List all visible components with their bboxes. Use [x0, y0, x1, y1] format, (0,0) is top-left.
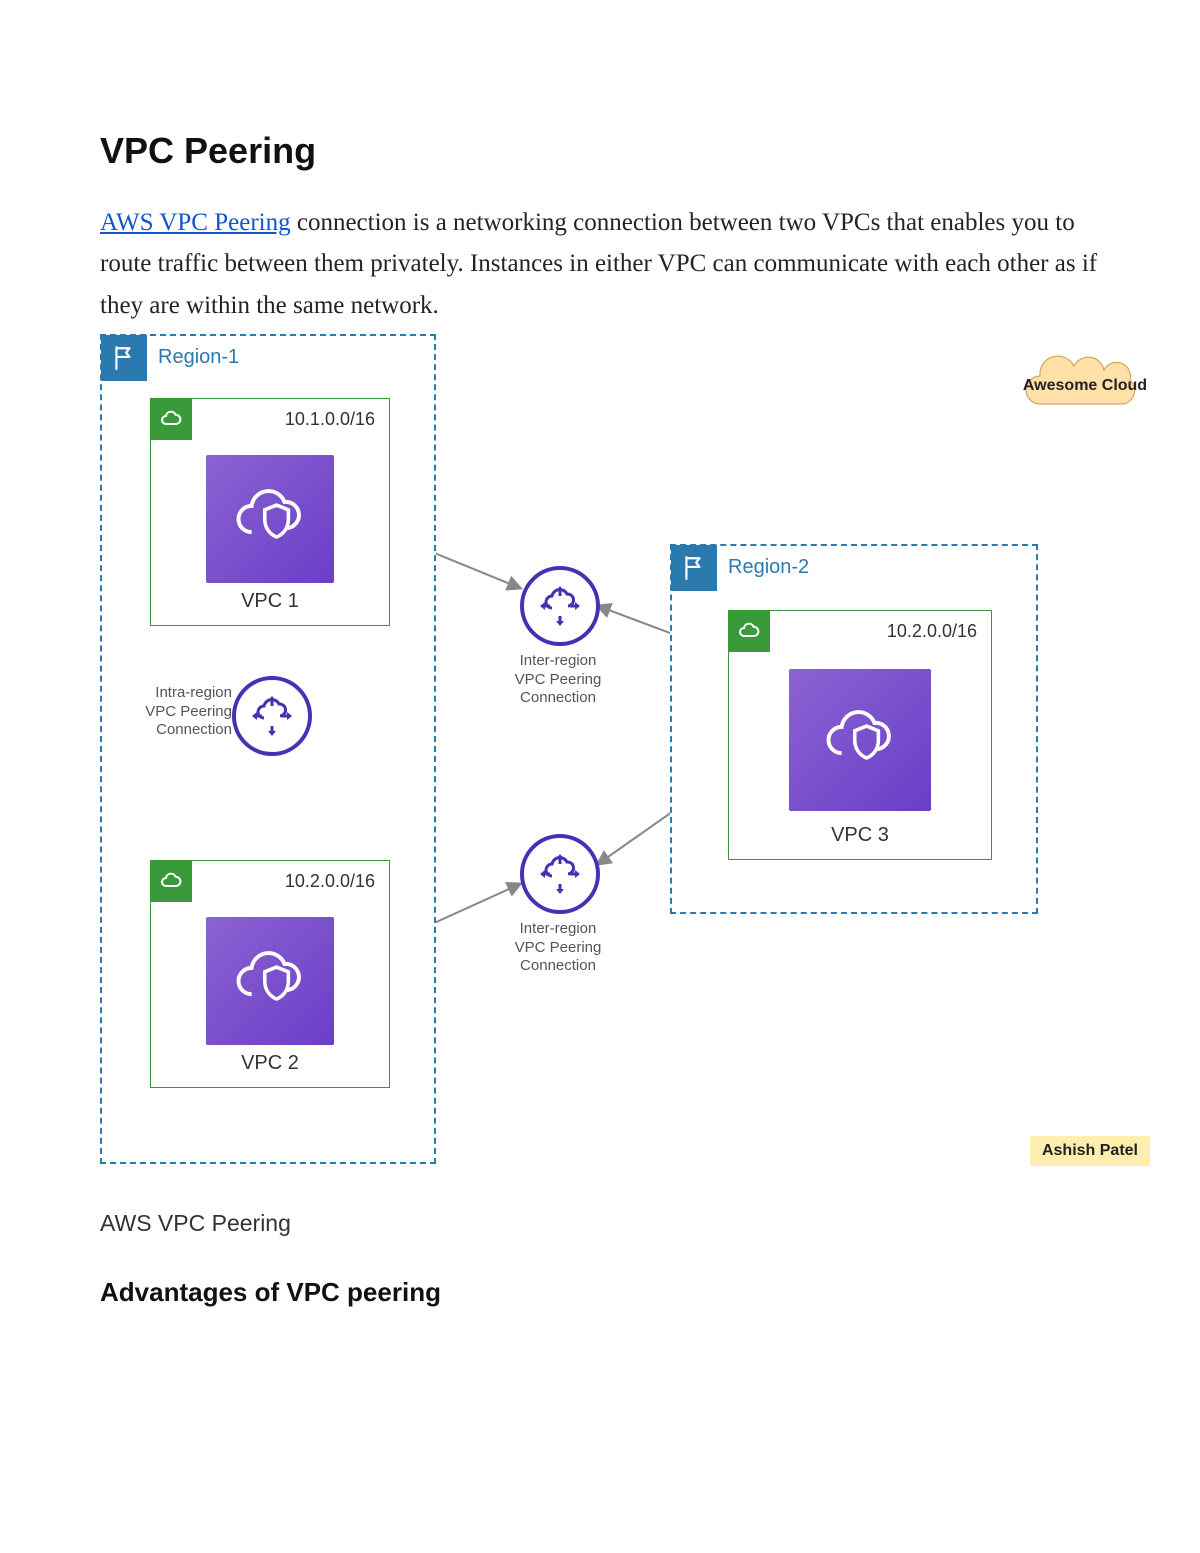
intra-region-label: Intra-region VPC Peering Connection: [122, 684, 232, 740]
intra-region-peering-icon: [232, 676, 312, 756]
author-text: Ashish Patel: [1042, 1142, 1138, 1159]
advantages-heading: Advantages of VPC peering: [100, 1277, 1100, 1308]
vpc-3-tab: [728, 610, 770, 652]
vpc-3-name: VPC 3: [729, 824, 991, 847]
author-badge: Ashish Patel: [1030, 1136, 1150, 1166]
region-1-label: Region-1: [158, 346, 239, 369]
vpc-2-name: VPC 2: [151, 1052, 389, 1075]
aws-vpc-peering-link[interactable]: AWS VPC Peering: [100, 209, 291, 236]
peering-arrows-icon: [536, 582, 584, 630]
awesome-cloud-badge: Awesome Cloud: [1020, 354, 1150, 420]
vpc-2-badge: [206, 917, 334, 1045]
diagram-figure: Region-1 10.1.0.0/16: [100, 334, 1100, 1204]
figure-caption: AWS VPC Peering: [100, 1210, 1100, 1237]
cloud-icon: [159, 869, 183, 893]
inter-region-peering-bottom-icon: [520, 834, 600, 914]
page-title: VPC Peering: [100, 130, 1100, 172]
region-2-tab: [671, 545, 717, 591]
intro-paragraph: AWS VPC Peering connection is a networki…: [100, 202, 1100, 326]
vpc-3-box: 10.2.0.0/16 VPC 3: [728, 610, 992, 860]
inter-region-top-label: Inter-region VPC Peering Connection: [498, 652, 618, 708]
peering-arrows-icon: [536, 850, 584, 898]
flag-icon: [681, 555, 707, 581]
region-1-tab: [101, 335, 147, 381]
awesome-cloud-text: Awesome Cloud: [1023, 378, 1147, 395]
cloud-shield-icon: [228, 477, 312, 561]
vpc-1-box: 10.1.0.0/16 VPC 1: [150, 398, 390, 626]
vpc-3-cidr: 10.2.0.0/16: [887, 621, 977, 642]
peering-arrows-icon: [248, 692, 296, 740]
vpc-2-cidr: 10.2.0.0/16: [285, 871, 375, 892]
flag-icon: [111, 345, 137, 371]
vpc-3-badge: [789, 669, 931, 811]
vpc-1-badge: [206, 455, 334, 583]
region-2-box: Region-2 10.2.0.0/16: [670, 544, 1038, 914]
cloud-shield-icon: [818, 698, 902, 782]
cloud-icon: [737, 619, 761, 643]
vpc-1-tab: [150, 398, 192, 440]
vpc-1-name: VPC 1: [151, 590, 389, 613]
vpc-1-cidr: 10.1.0.0/16: [285, 409, 375, 430]
region-2-label: Region-2: [728, 556, 809, 579]
cloud-icon: [159, 407, 183, 431]
vpc-2-box: 10.2.0.0/16 VPC 2: [150, 860, 390, 1088]
inter-region-peering-top-icon: [520, 566, 600, 646]
inter-region-bottom-label: Inter-region VPC Peering Connection: [498, 920, 618, 976]
cloud-shield-icon: [228, 939, 312, 1023]
vpc-2-tab: [150, 860, 192, 902]
